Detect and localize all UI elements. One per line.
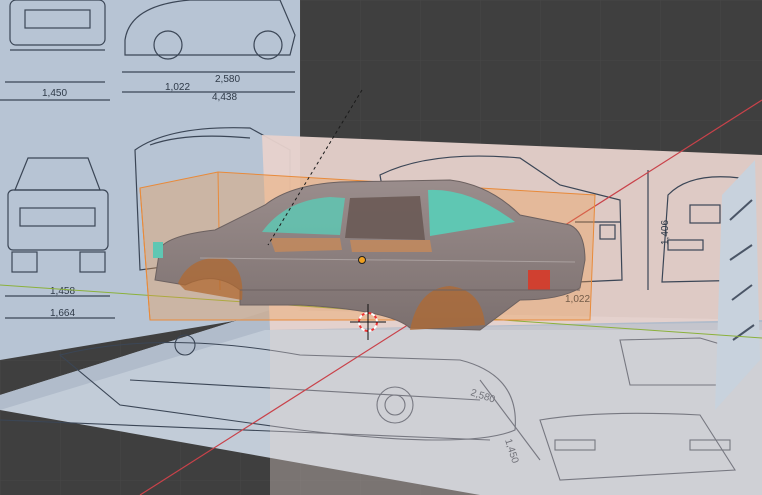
dimension-label: 1,458	[50, 286, 75, 297]
dimension-label: 1,406	[660, 220, 671, 245]
dimension-label: 1,664	[50, 308, 75, 319]
object-origin-icon[interactable]	[358, 256, 366, 264]
viewport-scene[interactable]: 1,450 1,022 2,580 4,438 1,458 1,664 2,58…	[0, 0, 762, 495]
blueprint-back-panel-lower	[270, 322, 762, 495]
dimension-label: 2,580	[215, 74, 240, 85]
dimension-label: 1,450	[42, 88, 67, 99]
dimension-label: 4,438	[212, 92, 237, 103]
3d-viewport[interactable]: 1,450 1,022 2,580 4,438 1,458 1,664 2,58…	[0, 0, 762, 495]
dimension-label: 1,022	[165, 82, 190, 93]
